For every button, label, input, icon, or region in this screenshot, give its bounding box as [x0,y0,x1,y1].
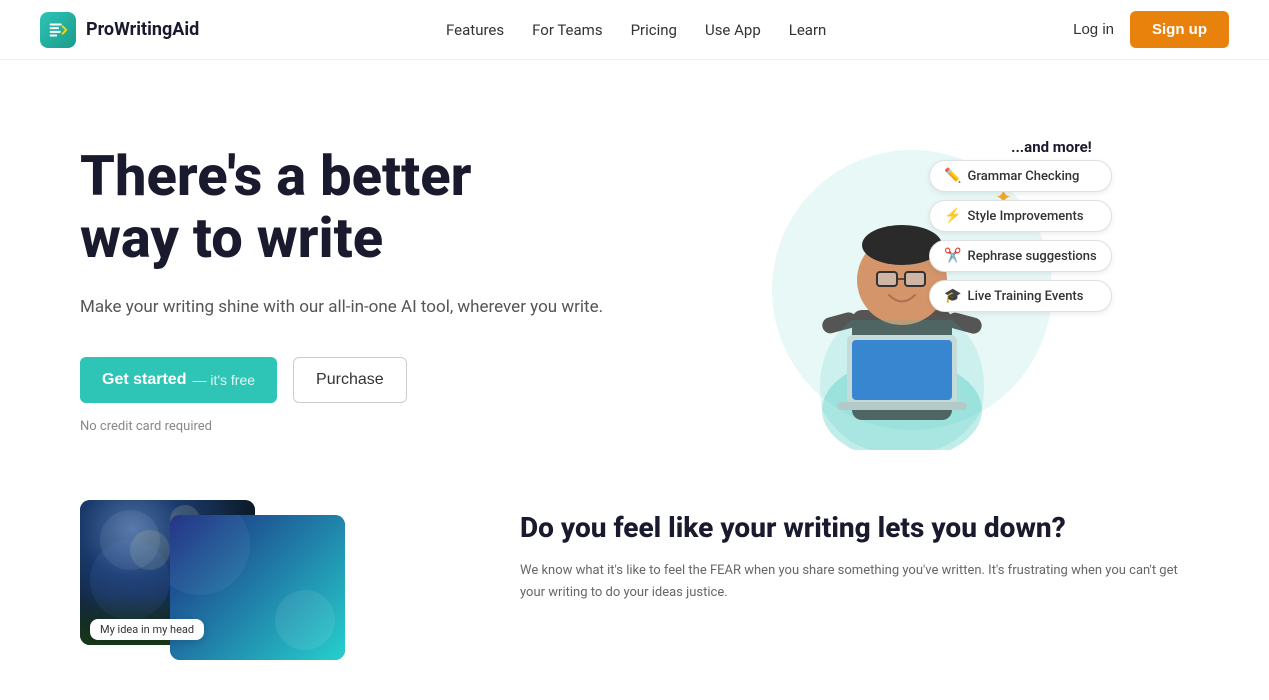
pill-grammar: ✏️ Grammar Checking [929,160,1112,192]
navbar-actions: Log in Sign up [1073,11,1229,48]
navbar: ProWritingAid Features For Teams Pricing… [0,0,1269,60]
second-section-title: Do you feel like your writing lets you d… [520,510,1189,546]
hero-buttons: Get started — it's free Purchase [80,357,635,403]
grammar-icon: ✏️ [944,168,961,184]
nav-learn[interactable]: Learn [789,21,827,39]
rephrase-icon: ✂️ [944,248,961,264]
idea-badge: My idea in my head [90,619,204,640]
pill-rephrase: ✂️ Rephrase suggestions [929,240,1112,272]
hero-illustration: ...and more! ✦ ✏️ Grammar Checking ⚡ Sty… [732,130,1092,450]
nav-pricing[interactable]: Pricing [631,21,677,39]
signup-button[interactable]: Sign up [1130,11,1229,48]
pill-style: ⚡ Style Improvements [929,200,1112,232]
second-section-body: We know what it's like to feel the FEAR … [520,560,1189,604]
hero-section: There's a better way to write Make your … [0,60,1269,500]
artwork-area: My idea in my head [80,500,460,660]
nav-features[interactable]: Features [446,21,504,39]
no-credit-card-text: No credit card required [80,419,635,434]
nav-use-app[interactable]: Use App [705,21,761,39]
nav-links: Features For Teams Pricing Use App Learn [446,21,826,39]
brand-logo[interactable]: ProWritingAid [40,12,199,48]
logo-icon [40,12,76,48]
training-icon: 🎓 [944,288,961,304]
grammar-label: Grammar Checking [968,169,1080,184]
nav-for-teams[interactable]: For Teams [532,21,602,39]
feature-pills: ✏️ Grammar Checking ⚡ Style Improvements… [929,160,1112,312]
hero-subtitle: Make your writing shine with our all-in-… [80,294,635,321]
more-label: ...and more! [1011,138,1092,156]
style-icon: ⚡ [944,208,961,224]
second-section: My idea in my head Do you feel like your… [0,500,1269,700]
second-right-content: Do you feel like your writing lets you d… [520,500,1189,605]
get-started-button[interactable]: Get started — it's free [80,357,277,403]
training-label: Live Training Events [968,289,1084,304]
hero-title: There's a better way to write [80,146,635,269]
brand-name: ProWritingAid [86,19,199,40]
hero-right: ...and more! ✦ ✏️ Grammar Checking ⚡ Sty… [635,120,1190,460]
artwork-container: My idea in my head [80,500,420,660]
pill-training: 🎓 Live Training Events [929,280,1112,312]
rephrase-label: Rephrase suggestions [968,249,1097,264]
login-button[interactable]: Log in [1073,21,1114,38]
get-started-label: Get started [102,371,186,389]
purchase-button[interactable]: Purchase [293,357,407,403]
free-label: — it's free [192,372,255,388]
hero-left: There's a better way to write Make your … [80,146,635,433]
style-label: Style Improvements [968,209,1084,224]
